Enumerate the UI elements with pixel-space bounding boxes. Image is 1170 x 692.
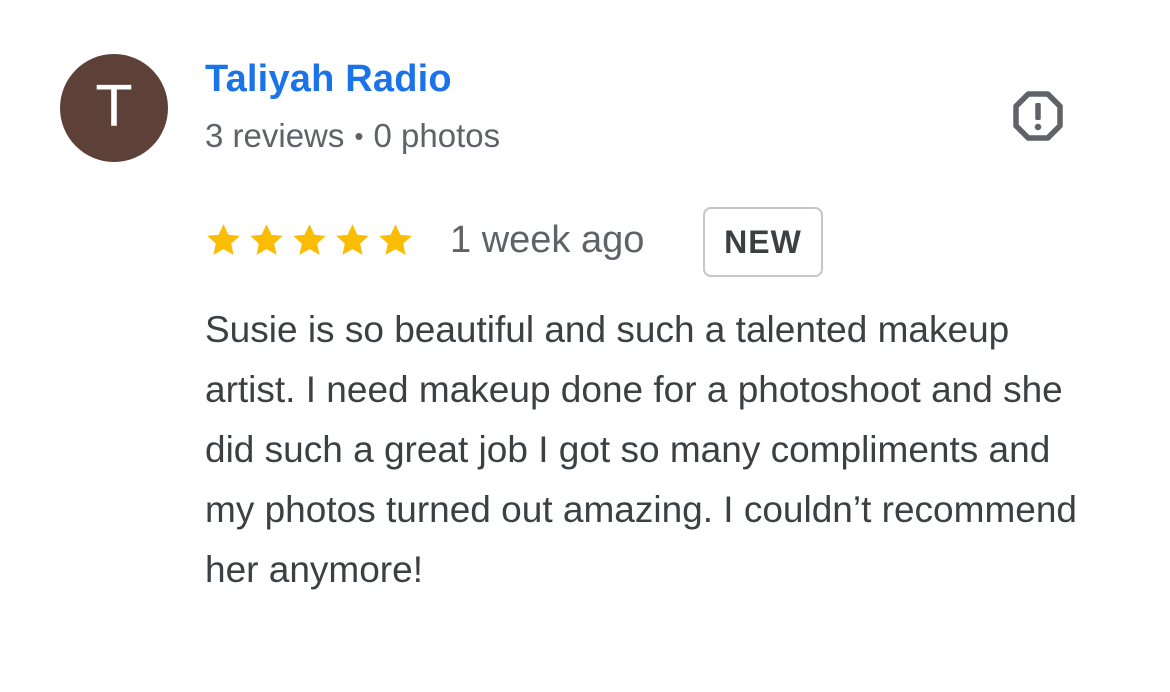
review-count: 3 reviews (205, 117, 345, 154)
avatar[interactable]: T (60, 54, 168, 162)
photo-count: 0 photos (373, 117, 501, 154)
star-icon (250, 224, 283, 255)
star-icon (336, 224, 369, 255)
author-meta: 3 reviews • 0 photos (205, 117, 500, 155)
review-text: Susie is so beautiful and such a talente… (205, 309, 1078, 590)
avatar-initial: T (96, 75, 132, 140)
new-badge: NEW (703, 207, 823, 277)
review-time: 1 week ago (450, 219, 645, 261)
report-flag-icon (1013, 91, 1063, 141)
star-rating (203, 220, 416, 261)
author-name-link[interactable]: Taliyah Radio (205, 58, 452, 101)
star-icon (293, 224, 326, 255)
meta-separator: • (354, 120, 364, 151)
report-button[interactable] (1008, 86, 1068, 146)
star-icon (207, 224, 240, 255)
star-icon (379, 224, 412, 255)
